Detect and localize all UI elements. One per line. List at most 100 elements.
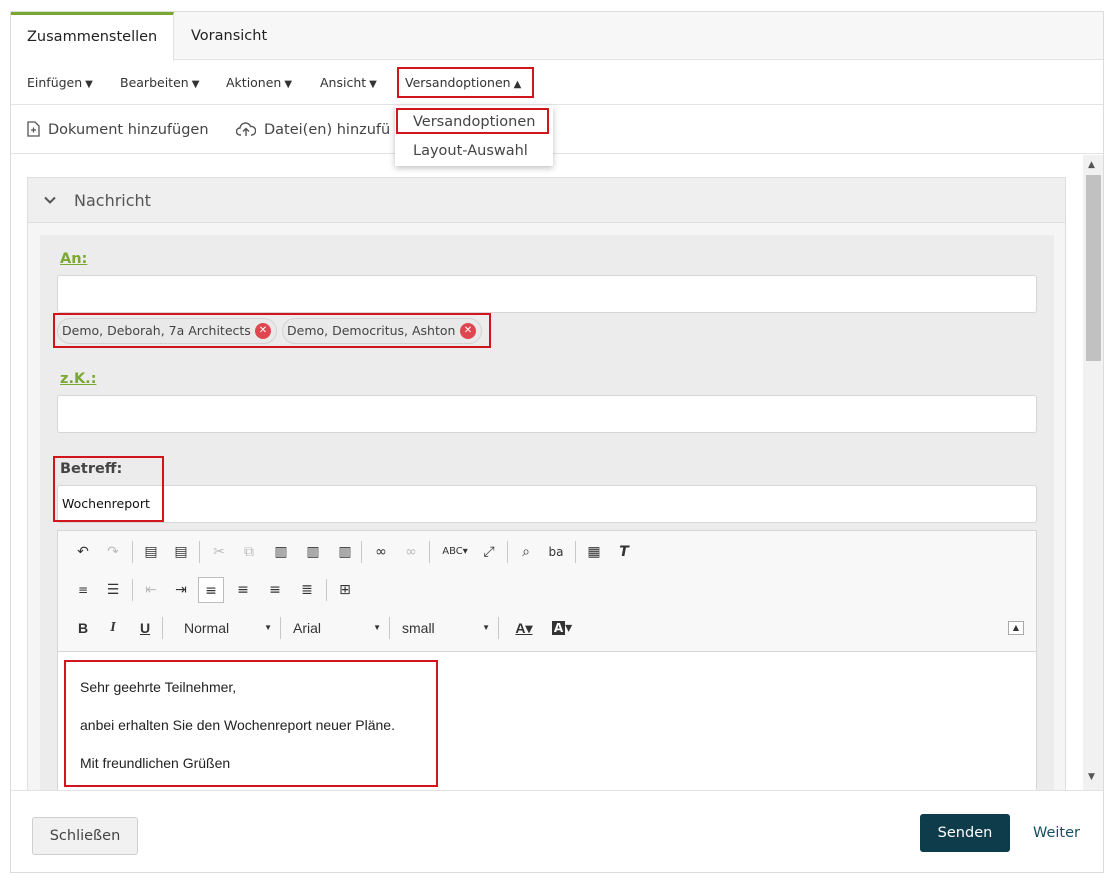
paste-word-icon[interactable]: ▥ [332, 539, 358, 565]
message-panel: Nachricht An: Demo, Deborah, 7a Architec… [27, 177, 1066, 790]
highlight-box [396, 108, 549, 134]
add-document-label: Dokument hinzufügen [48, 122, 209, 138]
toolbar-separator [132, 541, 133, 563]
menu-insert-label: Einfügen [27, 75, 83, 90]
menu-actions-label: Aktionen [226, 75, 282, 90]
redo-icon[interactable]: ↷ [100, 539, 126, 565]
format-select[interactable]: Normal ▼ [184, 615, 272, 641]
upload-files-button[interactable]: Datei(en) hinzufü [235, 106, 391, 154]
tab-preview[interactable]: Voransicht [175, 12, 283, 60]
toolbar-separator [429, 541, 430, 563]
toolbar-separator [132, 579, 133, 601]
editor-toolbar: ↶ ↷ ▤ ▤ ✂ ⧉ ▥ ▥ ▥ ∞ ∞ ABC▾ ⤢ ⌕ ba ▦ T ≡ … [58, 531, 1036, 652]
spellcheck-icon[interactable]: ABC▾ [438, 539, 472, 565]
chevron-down-icon: ▼ [264, 623, 272, 632]
underline-icon[interactable]: U [132, 615, 158, 641]
replace-icon[interactable]: ba [543, 539, 569, 565]
show-blocks-icon[interactable]: ▦ [581, 539, 607, 565]
bullet-list-icon[interactable]: ☰ [100, 577, 126, 603]
caret-down-icon: ▼ [284, 79, 293, 90]
table-icon[interactable]: ⊞ [332, 577, 358, 603]
vertical-scrollbar[interactable]: ▲ ▼ [1083, 155, 1103, 790]
panel-title: Nachricht [74, 191, 151, 210]
chevron-down-icon [44, 196, 56, 204]
outdent-icon[interactable]: ⇤ [138, 577, 164, 603]
scroll-up-icon[interactable]: ▲ [1088, 160, 1095, 170]
scroll-down-icon[interactable]: ▼ [1088, 772, 1095, 782]
tab-compose[interactable]: Zusammenstellen [11, 12, 174, 61]
size-select[interactable]: small ▼ [402, 615, 490, 641]
editor-content[interactable]: Sehr geehrte Teilnehmer, anbei erhalten … [58, 653, 1036, 790]
align-justify-icon[interactable]: ≣ [294, 577, 320, 603]
align-center-icon[interactable]: ≡ [230, 577, 256, 603]
toolbar-separator [280, 617, 281, 639]
message-form: An: Demo, Deborah, 7a Architects ✕ Demo,… [40, 235, 1054, 790]
menu-edit-label: Bearbeiten [120, 75, 189, 90]
align-right-icon[interactable]: ≡ [262, 577, 288, 603]
paste-icon[interactable]: ▥ [268, 539, 294, 565]
message-panel-header[interactable]: Nachricht [28, 178, 1065, 223]
next-link[interactable]: Weiter [1033, 814, 1080, 852]
cc-label-link[interactable]: z.K.: [60, 371, 97, 387]
italic-icon[interactable]: I [100, 615, 126, 641]
email-compose-dialog: Zusammenstellen Voransicht Einfügen ▼ Bea… [10, 11, 1104, 873]
copy-icon[interactable]: ⧉ [236, 539, 262, 565]
link-icon[interactable]: ∞ [368, 539, 394, 565]
undo-icon[interactable]: ↶ [70, 539, 96, 565]
menu-edit[interactable]: Bearbeiten ▼ [120, 61, 199, 105]
search-icon[interactable]: ⌕ [513, 539, 539, 565]
menu-insert[interactable]: Einfügen ▼ [27, 61, 93, 105]
upload-files-label: Datei(en) hinzufü [264, 122, 391, 138]
toolbar-separator [361, 541, 362, 563]
maximize-icon[interactable]: ⤢ [476, 539, 502, 565]
format-select-value: Normal [184, 620, 230, 636]
font-select[interactable]: Arial ▼ [293, 615, 381, 641]
numbered-list-icon[interactable]: ≡ [70, 577, 96, 603]
highlight-box [53, 456, 164, 522]
to-label-link[interactable]: An: [60, 251, 87, 267]
align-left-icon[interactable]: ≡ [198, 577, 224, 603]
paste-text-icon[interactable]: ▥ [300, 539, 326, 565]
caret-down-icon: ▼ [191, 79, 200, 90]
menu-bar: Einfügen ▼ Bearbeiten ▼ Aktionen ▼ Ansicht ▼… [11, 61, 1103, 105]
background-color-icon[interactable]: A ▾ [546, 615, 578, 641]
highlight-box [397, 67, 534, 98]
menu-view[interactable]: Ansicht ▼ [320, 61, 377, 105]
toolbar-separator [162, 617, 163, 639]
collapse-toolbar-icon[interactable]: ▲ [1008, 621, 1024, 635]
bold-icon[interactable]: B [70, 615, 96, 641]
to-input[interactable] [57, 275, 1037, 313]
toolbar-separator [389, 617, 390, 639]
subject-input[interactable]: Wochenreport [57, 485, 1037, 523]
cloud-upload-icon [235, 122, 257, 136]
scrollbar-thumb[interactable] [1086, 175, 1101, 361]
dialog-footer: Schließen Senden Weiter [11, 790, 1103, 872]
toolbar-separator [575, 541, 576, 563]
indent-icon[interactable]: ⇥ [168, 577, 194, 603]
content-scroll-area: Nachricht An: Demo, Deborah, 7a Architec… [11, 155, 1103, 790]
menu-view-label: Ansicht [320, 75, 367, 90]
toolbar-separator [199, 541, 200, 563]
text-color-icon[interactable]: A▾ [508, 615, 540, 641]
chevron-down-icon: ▼ [482, 623, 490, 632]
tab-bar: Zusammenstellen Voransicht [11, 12, 1103, 61]
highlight-box [64, 660, 438, 787]
menu-actions[interactable]: Aktionen ▼ [226, 61, 292, 105]
send-button[interactable]: Senden [920, 814, 1010, 852]
close-button[interactable]: Schließen [32, 817, 138, 855]
unlink-icon[interactable]: ∞ [398, 539, 424, 565]
toolbar-separator [326, 579, 327, 601]
caret-down-icon: ▼ [85, 79, 93, 90]
insert-snippet-icon[interactable]: ▤ [168, 539, 194, 565]
caret-down-icon: ▼ [369, 79, 377, 90]
cc-input[interactable] [57, 395, 1037, 433]
action-bar: Dokument hinzufügen Datei(en) hinzufü [11, 106, 1103, 154]
add-document-button[interactable]: Dokument hinzufügen [27, 106, 209, 154]
insert-template-icon[interactable]: ▤ [138, 539, 164, 565]
font-select-value: Arial [293, 620, 322, 636]
cut-icon[interactable]: ✂ [206, 539, 232, 565]
remove-format-icon[interactable]: T [611, 539, 637, 565]
chevron-down-icon: ▼ [373, 623, 381, 632]
dropdown-item-layout-selection[interactable]: Layout-Auswahl [395, 137, 553, 165]
toolbar-separator [507, 541, 508, 563]
